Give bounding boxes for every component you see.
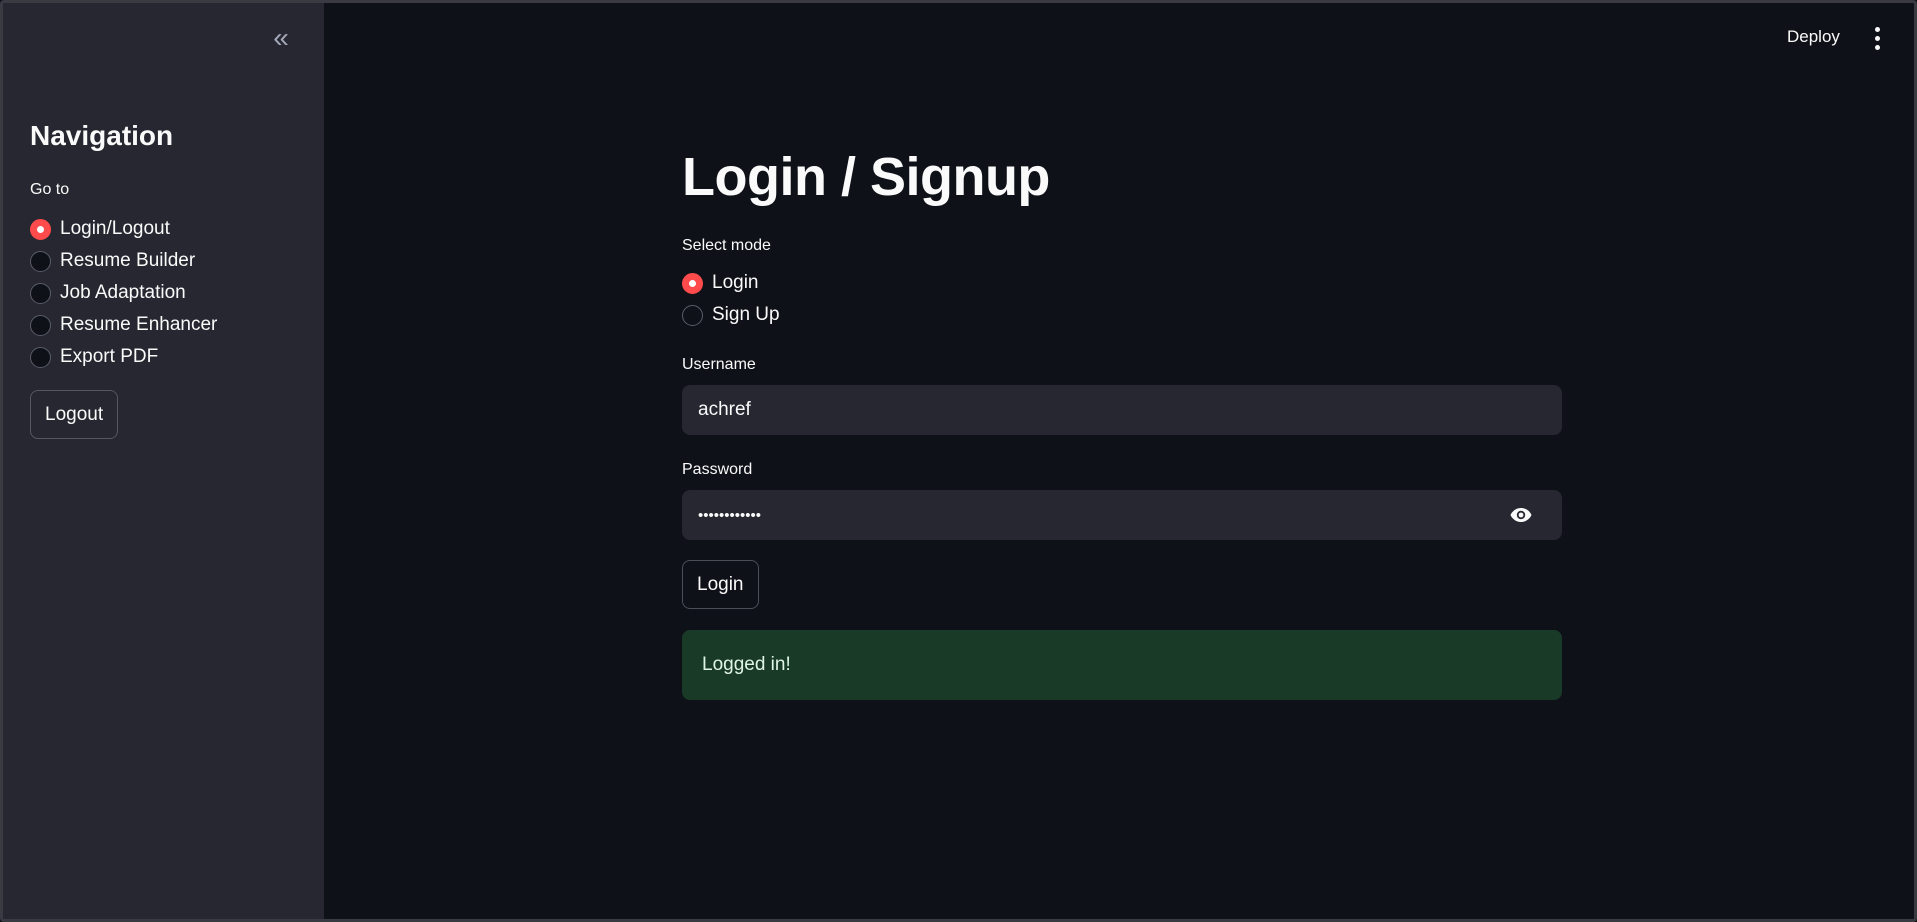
- radio-icon[interactable]: [682, 304, 703, 326]
- success-alert: Logged in!: [682, 630, 1562, 700]
- menu-dot: [1874, 44, 1880, 50]
- deploy-button[interactable]: Deploy: [1787, 27, 1840, 47]
- success-message: Logged in!: [702, 654, 791, 675]
- mode-radio-group: Login Sign Up: [682, 267, 780, 331]
- goto-label: Go to: [30, 181, 70, 198]
- login-button[interactable]: Login: [682, 560, 759, 609]
- nav-item-resume-enhancer[interactable]: Resume Enhancer: [30, 309, 217, 341]
- radio-icon[interactable]: [30, 282, 51, 304]
- password-value: ••••••••••••: [698, 506, 762, 524]
- radio-selected-icon[interactable]: [682, 272, 703, 294]
- radio-icon[interactable]: [30, 346, 51, 368]
- nav-item-resume-builder[interactable]: Resume Builder: [30, 245, 217, 277]
- vertical-ellipsis-icon[interactable]: [1866, 24, 1888, 52]
- nav-item-label: Export PDF: [60, 346, 159, 367]
- nav-item-login-logout[interactable]: Login/Logout: [30, 213, 217, 245]
- username-label: Username: [682, 356, 756, 373]
- sidebar: « Navigation Go to Login/Logout Resume B…: [3, 3, 324, 919]
- nav-item-label: Resume Enhancer: [60, 314, 218, 335]
- mode-option-login[interactable]: Login: [682, 267, 780, 299]
- sidebar-title: Navigation: [30, 120, 174, 151]
- collapse-sidebar-icon[interactable]: «: [266, 23, 296, 53]
- nav-item-job-adaptation[interactable]: Job Adaptation: [30, 277, 217, 309]
- logout-button[interactable]: Logout: [30, 390, 119, 439]
- mode-option-label: Login: [712, 272, 759, 293]
- select-mode-label: Select mode: [682, 237, 771, 254]
- nav-item-export-pdf[interactable]: Export PDF: [30, 341, 217, 373]
- eye-icon[interactable]: [1508, 503, 1534, 527]
- menu-dot: [1874, 26, 1880, 32]
- nav-item-label: Job Adaptation: [60, 282, 186, 303]
- radio-selected-icon[interactable]: [30, 218, 51, 240]
- app-window: « Navigation Go to Login/Logout Resume B…: [0, 0, 1917, 922]
- nav-item-label: Login/Logout: [60, 218, 170, 239]
- username-value: achref: [698, 399, 751, 420]
- nav-item-label: Resume Builder: [60, 250, 196, 271]
- page-title: Login / Signup: [682, 147, 1050, 207]
- nav-radio-group: Login/Logout Resume Builder Job Adaptati…: [30, 213, 217, 373]
- mode-option-label: Sign Up: [712, 304, 780, 325]
- menu-dot: [1874, 35, 1880, 41]
- radio-icon[interactable]: [30, 250, 51, 272]
- password-label: Password: [682, 461, 753, 478]
- username-input[interactable]: achref: [682, 385, 1562, 435]
- password-input[interactable]: ••••••••••••: [682, 490, 1562, 540]
- mode-option-signup[interactable]: Sign Up: [682, 299, 780, 331]
- radio-icon[interactable]: [30, 314, 51, 336]
